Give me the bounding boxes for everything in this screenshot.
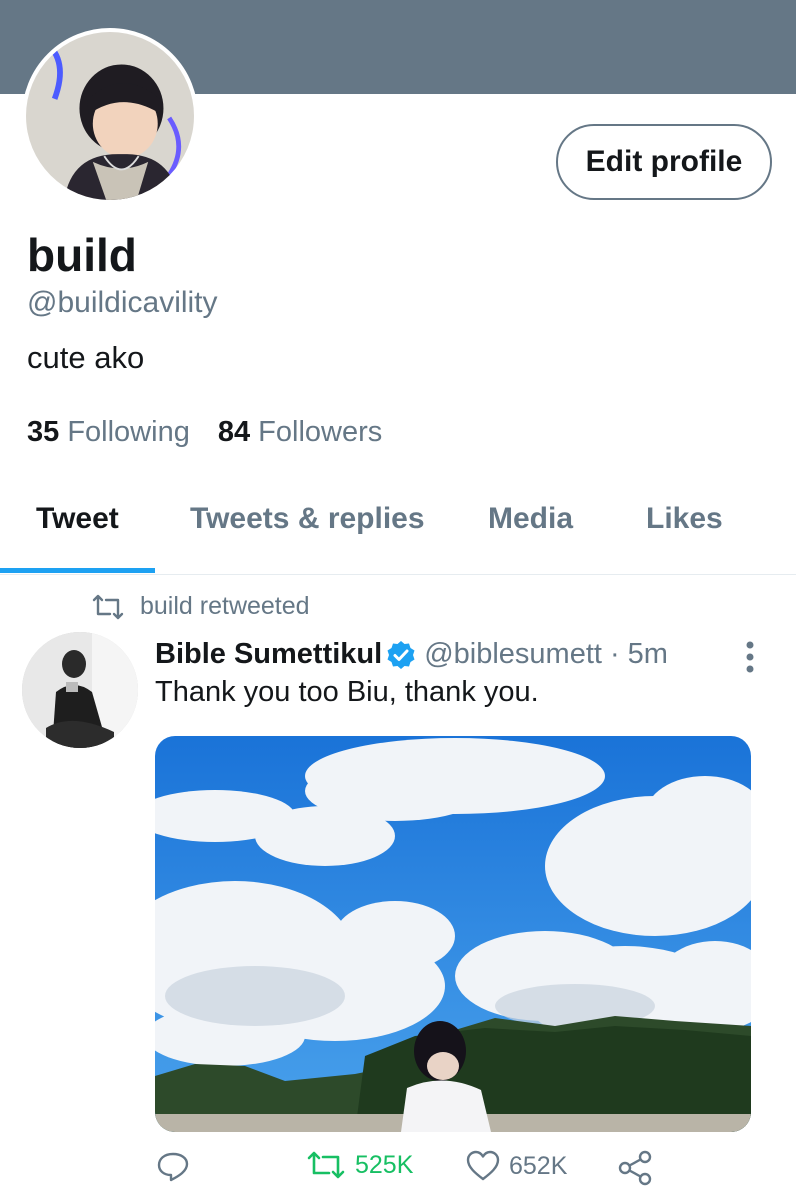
tweet-author-name[interactable]: Bible Sumettikul [155, 638, 382, 671]
followers-label: Followers [258, 416, 383, 448]
retweet-context: build retweeted [90, 592, 310, 621]
share-icon [618, 1150, 652, 1186]
tab-media[interactable]: Media [488, 502, 573, 536]
tab-tweets-and-replies[interactable]: Tweets & replies [190, 502, 425, 536]
like-count: 652K [509, 1151, 568, 1180]
following-count: 35 [27, 416, 60, 448]
tweet-author-avatar[interactable] [22, 632, 138, 748]
profile-handle: @buildicavility [27, 286, 218, 319]
profile-bio: cute ako [27, 340, 145, 375]
more-vertical-icon[interactable] [740, 640, 760, 674]
verified-badge-icon [387, 640, 415, 669]
tweet-text: Thank you too Biu, thank you. [155, 676, 539, 708]
following-link[interactable]: 35 Following [27, 416, 190, 449]
reply-icon [157, 1152, 189, 1182]
like-button[interactable]: 652K [465, 1150, 567, 1182]
profile-tabs: Tweet Tweets & replies Media Likes [0, 490, 796, 575]
following-label: Following [67, 416, 190, 448]
tweet-author-handle[interactable]: @biblesumett [424, 638, 602, 671]
followers-count: 84 [217, 416, 251, 448]
tab-tweet[interactable]: Tweet [36, 502, 119, 536]
like-icon [466, 1150, 500, 1181]
tweet-media-image[interactable] [155, 736, 751, 1132]
profile-avatar[interactable] [22, 28, 198, 204]
reply-button[interactable] [155, 1150, 191, 1184]
tweet-timestamp[interactable]: · 5m [610, 638, 668, 671]
profile-display-name: build [27, 229, 137, 281]
retweet-icon [307, 1151, 345, 1179]
edit-profile-button[interactable]: Edit profile [556, 124, 772, 200]
retweet-icon [92, 594, 124, 619]
followers-link[interactable]: 84 Followers [218, 416, 382, 449]
retweet-count: 525K [355, 1150, 414, 1179]
active-tab-indicator [0, 568, 155, 573]
tweet-header: Bible Sumettikul @biblesumett · 5m [155, 638, 668, 671]
share-button[interactable] [617, 1150, 653, 1186]
tweet-actions: 525K 652K [155, 1148, 751, 1192]
retweet-button[interactable]: 525K [305, 1150, 413, 1180]
tab-likes[interactable]: Likes [646, 502, 723, 536]
retweet-note: build retweeted [140, 592, 310, 620]
profile-stats: 35 Following 84 Followers [27, 416, 382, 449]
